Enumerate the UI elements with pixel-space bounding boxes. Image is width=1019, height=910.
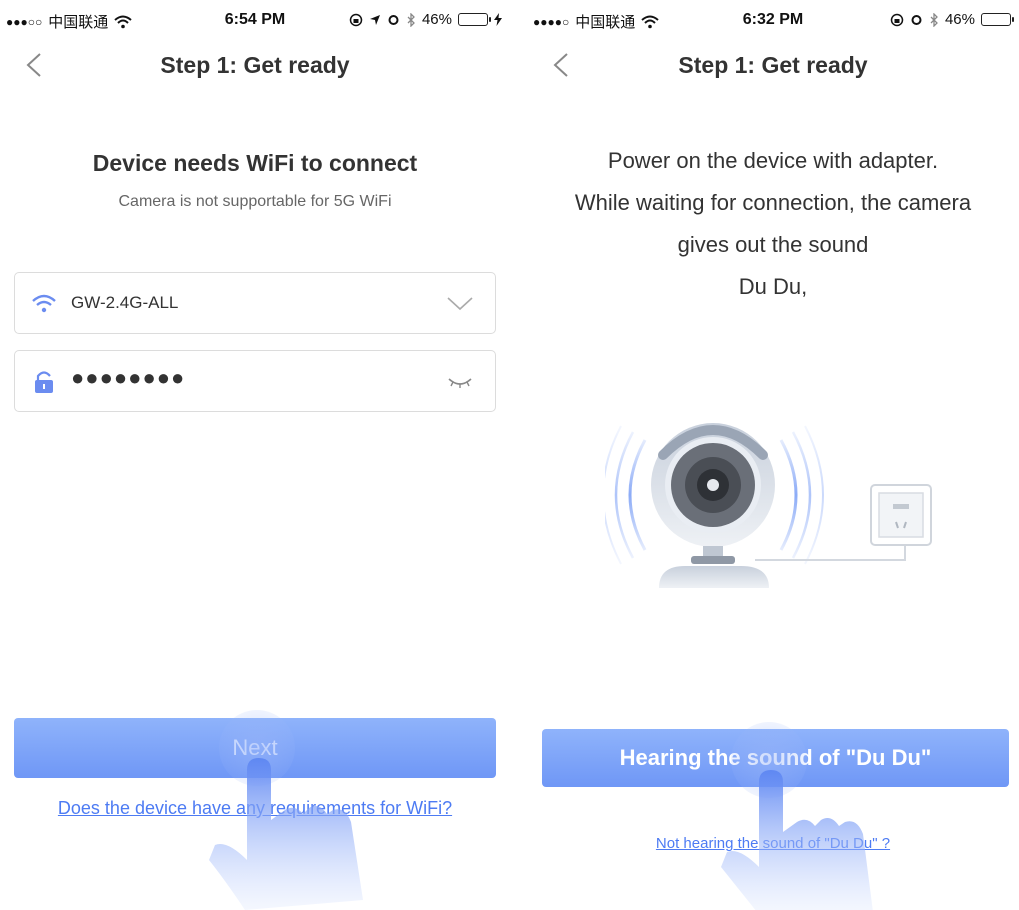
- phone-screen-left: ●●●○○ 中国联通 6:54 PM 46% Step 1: Get ready…: [0, 0, 510, 910]
- hearing-sound-button[interactable]: Hearing the sound of "Du Du": [542, 729, 1009, 787]
- battery-percent: 46%: [421, 11, 452, 28]
- not-hearing-sound-link[interactable]: Not hearing the sound of "Du Du" ?: [527, 835, 1019, 852]
- wifi-subline: Camera is not supportable for 5G WiFi: [118, 193, 392, 210]
- sound-wave-icon: [628, 439, 647, 551]
- wifi-network-select[interactable]: GW-2.4G-ALL: [14, 272, 496, 334]
- instruction-line: While waiting for connection, the camera: [574, 190, 972, 215]
- sound-wave-icon: [804, 425, 824, 565]
- page-title: Step 1: Get ready: [160, 52, 350, 78]
- battery-icon: [981, 13, 1014, 26]
- wifi-password-field[interactable]: ●●●●●●●●: [14, 350, 496, 412]
- bluetooth-icon: [407, 12, 415, 27]
- wifi-headline: Device needs WiFi to connect: [92, 150, 418, 176]
- status-right: 46%: [890, 11, 1014, 28]
- instruction-text: Power on the device with adapter. While …: [527, 140, 1019, 308]
- bluetooth-icon: [930, 12, 938, 27]
- sound-wave-icon: [779, 439, 798, 551]
- rotation-lock-icon: [890, 13, 904, 26]
- sound-wave-icon: [605, 425, 622, 565]
- instruction-line: gives out the sound: [677, 232, 869, 257]
- wifi-requirements-link[interactable]: Does the device have any requirements fo…: [0, 798, 510, 819]
- status-bar: ●●●○○ 中国联通 6:54 PM 46%: [0, 0, 510, 40]
- wifi-icon: [32, 294, 56, 313]
- status-bar: ●●●●○ 中国联通 6:32 PM 46%: [527, 0, 1019, 40]
- instruction-line: Du Du,: [738, 274, 808, 299]
- navigation-bar: Step 1: Get ready: [527, 42, 1019, 88]
- hearing-button-label: Hearing the sound of "Du Du": [619, 745, 932, 770]
- wifi-network-name: GW-2.4G-ALL: [71, 293, 179, 312]
- navigation-bar: Step 1: Get ready: [0, 42, 510, 88]
- phone-screen-right: ●●●●○ 中国联通 6:32 PM 46% Step 1: Get ready…: [527, 0, 1019, 910]
- page-title: Step 1: Get ready: [678, 52, 868, 78]
- lock-icon: [35, 371, 53, 393]
- password-value[interactable]: ●●●●●●●●: [71, 365, 185, 391]
- charging-bolt-icon: [494, 13, 502, 26]
- eye-closed-icon[interactable]: [445, 369, 475, 395]
- battery-icon: [458, 13, 491, 26]
- location-arrow-icon: [369, 14, 380, 25]
- status-right: 46%: [349, 11, 502, 28]
- camera-illustration: [605, 423, 932, 588]
- chevron-down-icon[interactable]: [445, 291, 475, 317]
- rotation-lock-icon: [349, 13, 363, 26]
- next-button[interactable]: Next: [14, 718, 496, 778]
- alarm-icon: [911, 15, 922, 25]
- instruction-line: Power on the device with adapter.: [607, 148, 939, 173]
- alarm-icon: [388, 15, 399, 25]
- next-button-label: Next: [232, 735, 278, 760]
- battery-percent: 46%: [944, 11, 975, 28]
